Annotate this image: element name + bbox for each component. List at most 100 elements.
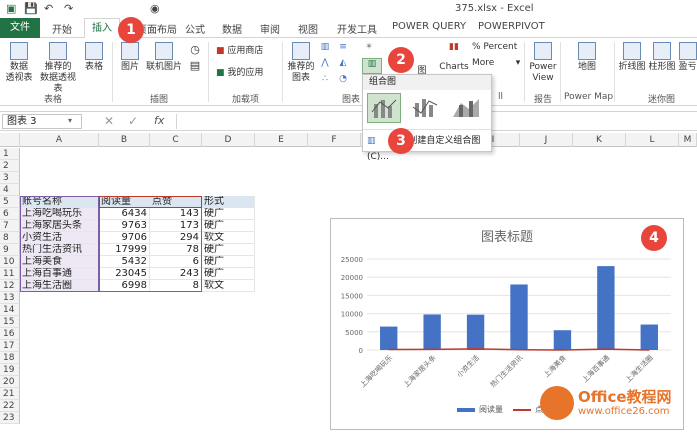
my-apps-button[interactable]: ■ 我的应用 [216, 68, 276, 79]
row-header[interactable]: 9 [0, 244, 20, 256]
pie-chart-icon[interactable]: ◔ [336, 74, 350, 85]
confirm-icon[interactable]: ✓ [128, 114, 138, 128]
tab-home[interactable]: 开始 [52, 21, 72, 36]
combo-chart-button[interactable]: ▥ [362, 58, 382, 74]
bar-chart-icon[interactable]: ≡ [336, 42, 350, 53]
shapes-icon[interactable]: ◷ [188, 44, 202, 55]
tab-formulas[interactable]: 公式 [185, 21, 205, 36]
tab-review[interactable]: 审阅 [260, 21, 280, 36]
chevron-down-icon[interactable]: ▾ [514, 58, 522, 69]
row-header[interactable]: 15 [0, 316, 20, 328]
create-custom-combo-item[interactable]: ▥ 创建自定义组合图(C)... [367, 133, 489, 162]
combo-clustered-column-line-option[interactable] [367, 93, 401, 123]
legend-swatch [457, 408, 475, 412]
row-header[interactable]: 18 [0, 352, 20, 364]
smartart-icon[interactable]: ▤ [188, 60, 202, 71]
tab-data[interactable]: 数据 [222, 21, 242, 36]
column-header[interactable]: K [573, 133, 626, 147]
undo-icon[interactable]: ↶ [44, 2, 53, 15]
table-cell[interactable]: 硬广 [202, 244, 255, 256]
column-header[interactable]: A [20, 133, 99, 147]
row-header[interactable]: 3 [0, 172, 20, 184]
table-header-cell[interactable]: 形式 [202, 196, 255, 208]
combo-chart-dropdown: 组合图 ▥ 创建自定义组合图(C)... [362, 74, 492, 162]
charts-addin-icon[interactable]: ▮▮ [440, 42, 468, 53]
group-label-powermap: Power Map [564, 92, 614, 102]
cancel-icon[interactable]: ✕ [104, 114, 114, 128]
row-header[interactable]: 12 [0, 280, 20, 292]
row-header[interactable]: 22 [0, 400, 20, 412]
line-chart-icon[interactable]: ⋀ [318, 58, 332, 69]
row-header[interactable]: 21 [0, 388, 20, 400]
tab-powerpivot[interactable]: POWERPIVOT [478, 21, 545, 32]
tab-view[interactable]: 视图 [298, 21, 318, 36]
row-header[interactable]: 1 [0, 148, 20, 160]
combo-secondary-axis-option[interactable] [409, 93, 443, 123]
chart-bar [423, 314, 441, 350]
column-chart-icon[interactable]: ▥ [318, 42, 332, 53]
row-header[interactable]: 11 [0, 268, 20, 280]
table-cell[interactable]: 软文 [202, 232, 255, 244]
tab-developer[interactable]: 开发工具 [337, 21, 377, 36]
camera-icon[interactable]: ◉ [150, 2, 160, 15]
row-header[interactable]: 23 [0, 412, 20, 424]
table-cell[interactable]: 硬广 [202, 220, 255, 232]
sparkline-winloss-button[interactable]: 盈亏 [678, 42, 697, 73]
legend-label: 阅读量 [479, 404, 503, 414]
area-chart-icon[interactable]: ◭ [336, 58, 350, 69]
row-header[interactable]: 20 [0, 376, 20, 388]
picture-button[interactable]: 图片 [118, 42, 142, 73]
column-header[interactable]: B [99, 133, 150, 147]
row-header[interactable]: 13 [0, 292, 20, 304]
row-header[interactable]: 2 [0, 160, 20, 172]
table-button[interactable]: 表格 [82, 42, 106, 73]
redo-icon[interactable]: ↷ [64, 2, 73, 15]
tab-file[interactable]: 文件 [0, 18, 40, 38]
combo-chart-icon: ▥ [367, 136, 376, 146]
row-header[interactable]: 10 [0, 256, 20, 268]
save-icon[interactable]: 💾 [24, 2, 38, 15]
recommended-charts-button[interactable]: 推荐的 图表 [286, 42, 316, 84]
column-header[interactable]: L [626, 133, 679, 147]
store-button[interactable]: ■ 应用商店 [216, 46, 276, 57]
online-picture-button[interactable]: 联机图片 [144, 42, 184, 73]
table-cell[interactable]: 软文 [202, 280, 255, 292]
row-header[interactable]: 7 [0, 220, 20, 232]
row-header[interactable]: 14 [0, 304, 20, 316]
y-tick-label: 20000 [341, 274, 363, 282]
row-header[interactable]: 19 [0, 364, 20, 376]
sparkline-line-button[interactable]: 折线图 [618, 42, 646, 73]
tab-power-query[interactable]: POWER QUERY [392, 21, 466, 32]
map-button[interactable]: 地图 [572, 42, 602, 73]
chart-bar [640, 324, 658, 350]
row-header[interactable]: 5 [0, 196, 20, 208]
column-header[interactable]: D [202, 133, 255, 147]
select-all-corner[interactable] [0, 133, 20, 147]
tab-insert[interactable]: 插入 [84, 18, 120, 39]
sparkline-column-button[interactable]: 柱形图 [648, 42, 676, 73]
recommended-pivot-button[interactable]: 推荐的 数据透视表 [36, 42, 80, 95]
column-header[interactable]: J [520, 133, 573, 147]
pivot-table-button[interactable]: 数据 透视表 [4, 42, 34, 84]
column-header[interactable]: F [308, 133, 361, 147]
row-header[interactable]: 6 [0, 208, 20, 220]
percent-button[interactable]: % Percent [472, 42, 522, 53]
row-header[interactable]: 8 [0, 232, 20, 244]
my-apps-icon: ■ [216, 68, 225, 78]
chevron-down-icon[interactable]: ▾ [68, 116, 72, 125]
combo-area-column-option[interactable] [451, 93, 485, 123]
power-view-button[interactable]: Power View [528, 42, 558, 84]
column-header[interactable]: M [679, 133, 697, 147]
column-header[interactable]: E [255, 133, 308, 147]
radar-chart-icon[interactable]: ✶ [362, 42, 376, 53]
insert-function-icon[interactable]: fx [154, 114, 164, 127]
scatter-chart-icon[interactable]: ∴ [318, 74, 332, 85]
excel-icon[interactable]: ▣ [6, 2, 16, 15]
row-header[interactable]: 4 [0, 184, 20, 196]
table-cell[interactable]: 硬广 [202, 256, 255, 268]
table-cell[interactable]: 硬广 [202, 208, 255, 220]
row-header[interactable]: 17 [0, 340, 20, 352]
column-header[interactable]: C [150, 133, 202, 147]
row-header[interactable]: 16 [0, 328, 20, 340]
table-cell[interactable]: 硬广 [202, 268, 255, 280]
